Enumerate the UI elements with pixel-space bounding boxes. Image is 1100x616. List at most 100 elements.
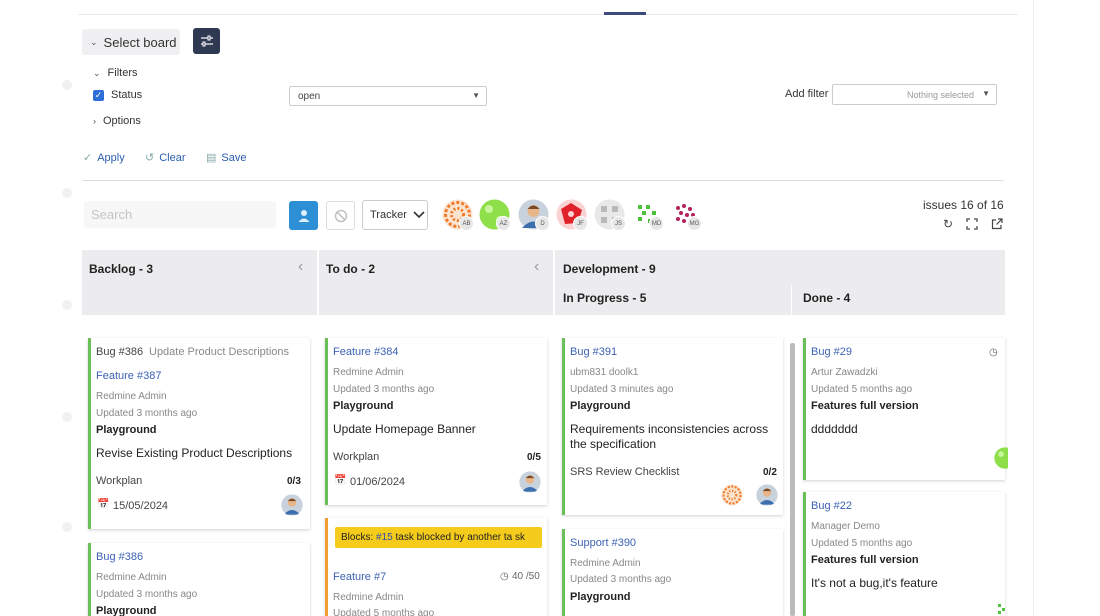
issue-updated: Updated 5 months ago (811, 384, 913, 395)
issue-updated: Updated 5 months ago (811, 538, 913, 549)
user-filter-avatar[interactable]: D (518, 199, 551, 232)
search-placeholder: Search (91, 207, 133, 222)
avatar-initials: JS (611, 216, 626, 231)
watcher-avatar[interactable] (756, 484, 778, 506)
issue-author: Manager Demo (811, 521, 880, 532)
status-filter-row: ✓ Status (93, 89, 142, 101)
save-label: Save (221, 151, 247, 164)
refresh-icon: ↻ (943, 217, 954, 231)
assignee-avatar[interactable] (721, 484, 743, 506)
gutter-marker (62, 80, 72, 90)
issue-title: Revise Existing Product Descriptions (96, 446, 293, 460)
avatar-orange-pattern-icon (721, 484, 743, 506)
filters-toggle[interactable]: ⌄ Filters (93, 67, 138, 79)
parent-issue-link[interactable]: Feature #387 (96, 370, 161, 382)
column-title: To do - 2 (326, 262, 376, 276)
issue-updated: Updated 3 months ago (96, 589, 198, 600)
user-filter-avatar[interactable]: JS (594, 199, 627, 232)
tracker-dropdown[interactable]: Tracker (362, 200, 428, 230)
issue-project: Playground (333, 400, 394, 412)
save-button[interactable]: ▤ Save (206, 151, 247, 165)
select-board-dropdown[interactable]: ⌄ Select board (82, 29, 180, 55)
issue-id[interactable]: Feature #384 (333, 346, 398, 358)
avatar-initials: AZ (496, 216, 511, 231)
column-header-todo: To do - 2 ‹ (319, 250, 553, 315)
avatar-green-pattern-icon (994, 447, 1008, 469)
search-input[interactable]: Search (84, 201, 276, 228)
issue-id[interactable]: Bug #391 (570, 346, 617, 358)
issue-id[interactable]: Bug #22 (811, 500, 852, 512)
column-scrollbar[interactable] (790, 343, 795, 616)
issue-updated: Updated 3 months ago (570, 574, 672, 585)
clear-button[interactable]: ↺ Clear (145, 151, 186, 165)
issue-card[interactable]: Bug #386 Redmine Admin Updated 3 months … (88, 543, 310, 616)
issue-card[interactable]: Bug #22 Manager Demo Updated 5 months ag… (803, 492, 1005, 616)
gutter-marker (62, 188, 72, 198)
user-filter-avatar[interactable]: JF (556, 199, 589, 232)
issue-updated: Updated 3 months ago (333, 384, 435, 395)
due-date: 15/05/2024 (113, 500, 169, 512)
apply-button[interactable]: ✓ Apply (83, 151, 125, 165)
issue-id[interactable]: Bug #29 (811, 346, 852, 358)
user-filter-avatar[interactable]: MG (670, 199, 703, 232)
issue-card[interactable]: Bug #29 ◷ Artur Zawadzki Updated 5 month… (803, 338, 1008, 480)
open-external-button[interactable] (991, 218, 1003, 233)
issue-id[interactable]: Bug #386 (96, 346, 143, 358)
assignee-avatar[interactable] (996, 602, 1008, 614)
assignee-avatar[interactable] (281, 494, 303, 516)
gutter-marker (62, 300, 72, 310)
checklist-count: 0/3 (287, 476, 301, 487)
issue-title: Requirements inconsistencies across the … (570, 422, 769, 451)
issue-card[interactable]: Support #390 Redmine Admin Updated 3 mon… (562, 529, 783, 616)
blocked-text: task blocked by another ta sk (395, 532, 526, 543)
blocked-issue-link[interactable]: #15 (376, 532, 393, 543)
assignee-avatar[interactable] (994, 447, 1008, 469)
chevron-down-icon: ⌄ (93, 67, 101, 78)
active-tab-indicator (604, 12, 646, 15)
subcolumn-title-in-progress: In Progress - 5 (563, 291, 647, 305)
caret-down-icon: ▼ (472, 91, 480, 100)
user-filter-avatar[interactable]: AB (442, 199, 475, 232)
options-toggle[interactable]: › Options (93, 115, 141, 127)
issue-card[interactable]: Bug #391 ubm831 doolk1 Updated 3 minutes… (562, 338, 783, 515)
subcolumn-title-done: Done - 4 (803, 291, 851, 305)
status-label: Status (111, 89, 143, 101)
issue-card[interactable]: Feature #384 Redmine Admin Updated 3 mon… (325, 338, 547, 505)
subcolumn-divider (791, 285, 792, 315)
collapse-column-button[interactable]: ‹ (298, 258, 303, 276)
status-operator-select[interactable]: open ▼ (289, 86, 487, 106)
external-link-icon (991, 218, 1003, 230)
issue-id[interactable]: Bug #386 (96, 551, 143, 563)
issue-id[interactable]: Support #390 (570, 537, 636, 549)
gutter-marker (62, 522, 72, 532)
fullscreen-icon (966, 218, 978, 230)
issues-count: issues 16 of 16 (923, 198, 1004, 212)
spent-time: 40 /50 (512, 571, 540, 582)
issue-title: Update Homepage Banner (333, 422, 476, 436)
board-settings-button[interactable] (193, 28, 220, 54)
status-checkbox[interactable]: ✓ (93, 89, 104, 101)
column-header-backlog: Backlog - 3 ‹ (82, 250, 317, 315)
issue-card[interactable]: Bug #386 Update Product Descriptions Fea… (88, 338, 310, 529)
caret-down-icon: ▼ (982, 89, 990, 98)
add-filter-select[interactable]: Nothing selected ▼ (832, 84, 997, 105)
issue-id[interactable]: Feature #7 (333, 571, 386, 583)
issue-card[interactable]: Blocks: #15 task blocked by another ta s… (325, 518, 547, 616)
collapse-column-button[interactable]: ‹ (534, 258, 539, 276)
issue-title: It's not a bug,it's feature (811, 576, 938, 590)
calendar-icon: 📅 (334, 475, 347, 486)
sliders-icon (200, 35, 213, 47)
refresh-button[interactable]: ↻ (943, 217, 953, 231)
fullscreen-button[interactable] (966, 218, 978, 233)
issue-author: Redmine Admin (570, 558, 641, 569)
issue-author: Redmine Admin (333, 592, 404, 603)
filters-label: Filters (107, 67, 138, 79)
user-filter-avatar[interactable]: MD (632, 199, 665, 232)
unassigned-filter-button[interactable] (326, 201, 355, 230)
assigned-to-me-button[interactable] (289, 201, 318, 230)
issue-title: ddddddd (811, 422, 858, 436)
checklist-label: Workplan (333, 451, 380, 463)
assignee-avatar[interactable] (519, 471, 541, 493)
user-filter-avatar[interactable]: AZ (479, 199, 512, 232)
column-title: Backlog - 3 (89, 262, 154, 276)
